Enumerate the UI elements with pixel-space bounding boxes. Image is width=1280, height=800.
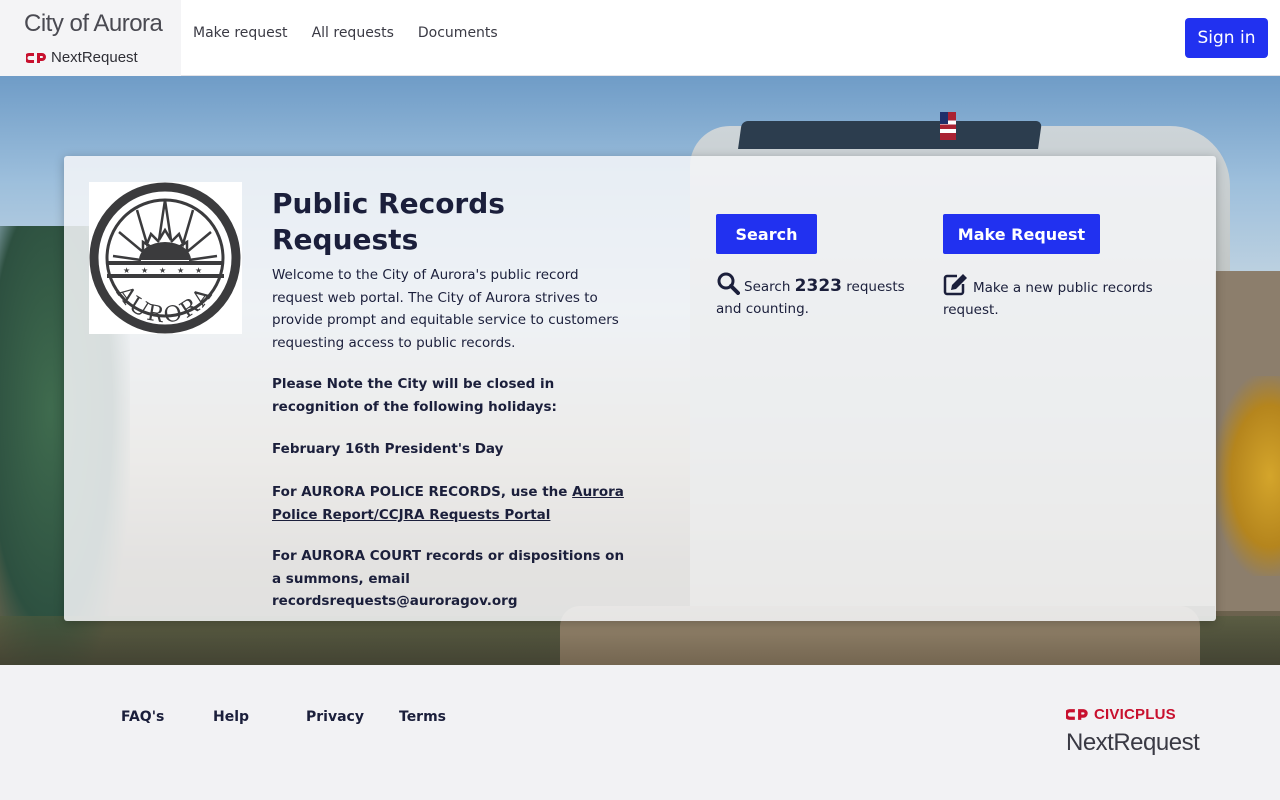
civicplus-mark-icon [26,52,46,63]
make-request-description: Make a new public records request. [943,272,1163,321]
site-footer: FAQ's Help Privacy Terms CIVICPLUS NextR… [0,665,1280,800]
footer-link-faqs[interactable]: FAQ's [121,709,164,725]
nextrequest-wordmark: NextRequest [1066,729,1200,756]
edit-icon [943,274,967,296]
civicplus-logo[interactable]: CIVICPLUS [1066,706,1176,723]
civicplus-wordmark: CIVICPLUS [1094,706,1176,723]
search-button[interactable]: Search [716,214,817,254]
police-records-note: For AURORA POLICE RECORDS, use the Auror… [272,481,628,526]
court-records-note: For AURORA COURT records or dispositions… [272,548,625,609]
product-name: NextRequest [51,49,138,66]
city-name: City of Aurora [24,10,163,37]
request-count: 2323 [794,276,842,296]
footer-link-privacy[interactable]: Privacy [306,709,364,725]
svg-text:★: ★ [159,266,166,275]
flag-canton [940,112,948,124]
holiday-note: Please Note the City will be closed in r… [272,376,557,415]
nav-documents[interactable]: Documents [418,25,498,41]
make-request-desc-text: Make a new public records request. [943,280,1153,318]
holiday-item: February 16th President's Day [272,441,504,457]
svg-text:★: ★ [141,266,148,275]
nav-make-request[interactable]: Make request [193,25,288,41]
intro-text: Welcome to the City of Aurora's public r… [272,267,619,351]
footer-link-terms[interactable]: Terms [399,709,446,725]
police-records-prefix: For AURORA POLICE RECORDS, use the [272,484,573,500]
building-roof [738,121,1042,149]
svg-text:★: ★ [195,266,202,275]
make-request-button[interactable]: Make Request [943,214,1100,254]
sign-in-button[interactable]: Sign in [1185,18,1268,58]
city-seal: ★ ★ ★ ★ ★ AURORA [89,182,242,334]
nav-all-requests[interactable]: All requests [312,25,394,41]
autumn-tree [1215,376,1280,576]
welcome-card: ★ ★ ★ ★ ★ AURORA Public Records Requests Wel… [64,156,1216,621]
aurora-seal-icon: ★ ★ ★ ★ ★ AURORA [89,182,241,334]
svg-text:★: ★ [177,266,184,275]
search-desc-prefix: Search [744,279,795,295]
main-nav: Make request All requests Documents [193,25,498,41]
search-description: Search 2323 requests and counting. [716,271,916,320]
footer-link-help[interactable]: Help [213,709,249,725]
brand-logo[interactable]: City of Aurora NextRequest [0,0,181,76]
civicplus-mark-icon [1066,709,1088,720]
page-title: Public Records Requests [272,187,505,256]
nextrequest-logo: NextRequest [26,49,138,66]
svg-text:★: ★ [123,266,130,275]
site-header: City of Aurora NextRequest Make request … [0,0,1280,76]
search-icon [717,272,740,295]
